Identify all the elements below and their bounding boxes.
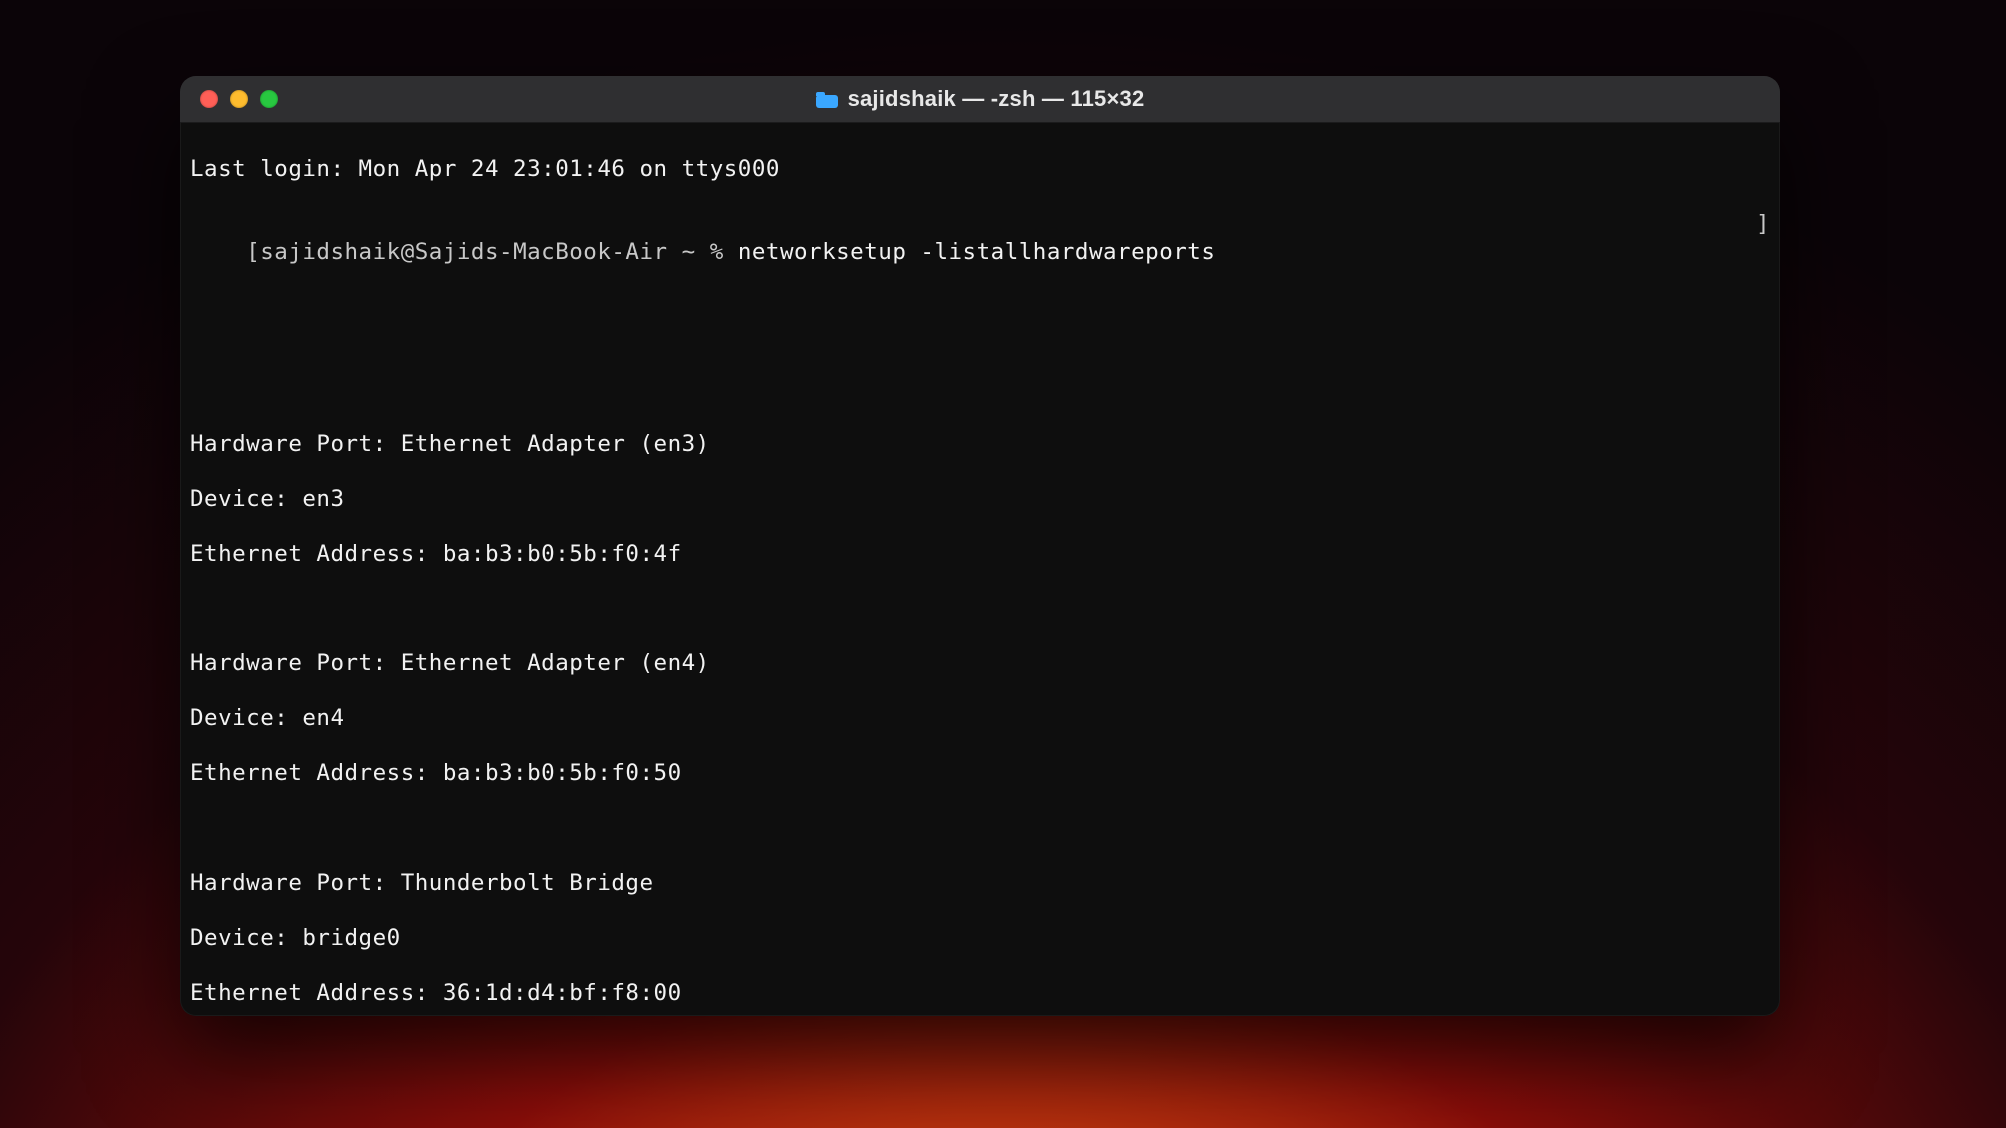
window-titlebar[interactable]: sajidshaik — -zsh — 115×32	[180, 76, 1780, 123]
port-dev: Device: en4	[190, 705, 1770, 732]
window-title-text: sajidshaik — -zsh — 115×32	[848, 86, 1145, 112]
prompt-line-1: [sajidshaik@Sajids-MacBook-Air ~ % netwo…	[190, 211, 1770, 293]
last-login-line: Last login: Mon Apr 24 23:01:46 on ttys0…	[190, 156, 1770, 183]
port-mac: Ethernet Address: ba:b3:b0:5b:f0:50	[190, 760, 1770, 787]
close-button[interactable]	[200, 90, 218, 108]
window-title: sajidshaik — -zsh — 115×32	[180, 86, 1780, 112]
window-controls	[200, 90, 278, 108]
terminal-output[interactable]: Last login: Mon Apr 24 23:01:46 on ttys0…	[180, 123, 1780, 1016]
port-hw: Hardware Port: Thunderbolt Bridge	[190, 870, 1770, 897]
port-hw: Hardware Port: Ethernet Adapter (en3)	[190, 431, 1770, 458]
port-mac: Ethernet Address: 36:1d:d4:bf:f8:00	[190, 980, 1770, 1007]
port-dev: Device: en3	[190, 486, 1770, 513]
port-dev: Device: bridge0	[190, 925, 1770, 952]
terminal-window[interactable]: sajidshaik — -zsh — 115×32 Last login: M…	[180, 76, 1780, 1016]
port-mac: Ethernet Address: ba:b3:b0:5b:f0:4f	[190, 541, 1770, 568]
command-text: networksetup -listallhardwareports	[738, 239, 1216, 265]
minimize-button[interactable]	[230, 90, 248, 108]
folder-icon	[816, 90, 838, 108]
prompt-prefix: [sajidshaik@Sajids-MacBook-Air ~ %	[246, 239, 738, 265]
blank-line	[190, 321, 1770, 348]
zoom-button[interactable]	[260, 90, 278, 108]
blank-line	[190, 376, 1770, 403]
desktop-wallpaper: sajidshaik — -zsh — 115×32 Last login: M…	[0, 0, 2006, 1128]
port-hw: Hardware Port: Ethernet Adapter (en4)	[190, 650, 1770, 677]
prompt-suffix: ]	[1756, 211, 1770, 293]
blank-line	[190, 595, 1770, 622]
blank-line	[190, 815, 1770, 842]
